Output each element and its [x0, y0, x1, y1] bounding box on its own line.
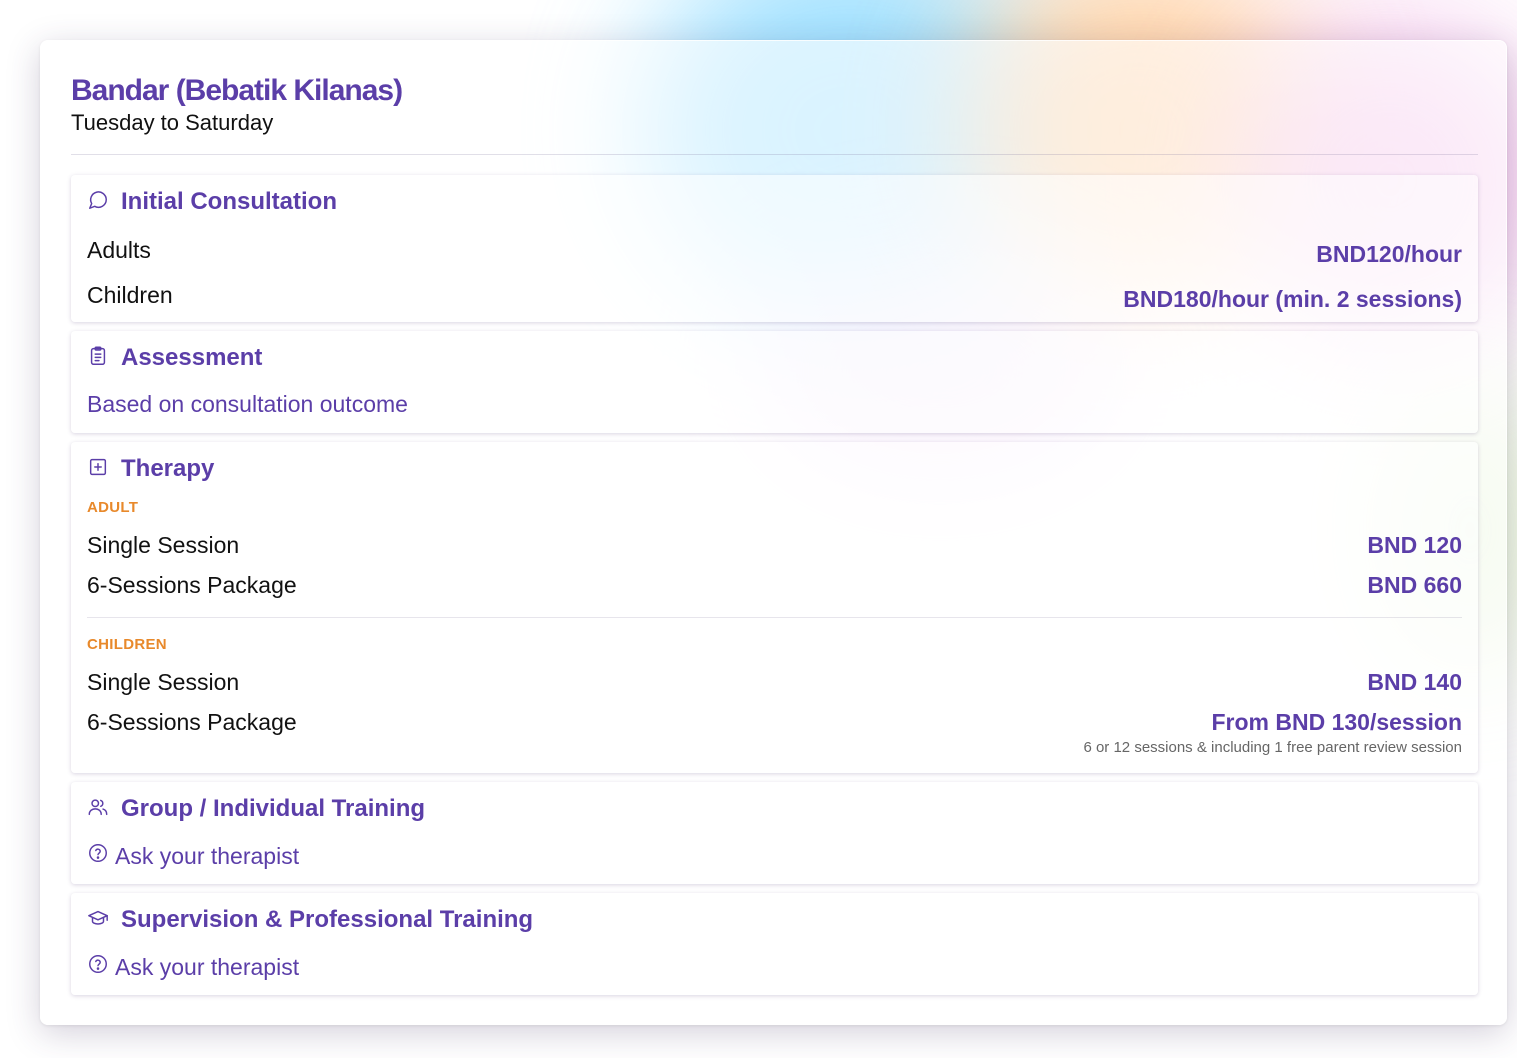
section-title: Group / Individual Training — [121, 795, 426, 822]
row-label: Single Session — [87, 669, 240, 695]
pricing-card: Bandar (Bebatik Kilanas) Tuesday to Satu… — [40, 40, 1507, 1025]
row-value: BND 140 — [1367, 669, 1462, 695]
users-icon — [87, 796, 109, 823]
price-row-children: Children BND180/hour (min. 2 sessions) — [87, 278, 1462, 313]
ask-therapist-text: Ask your therapist — [87, 953, 299, 981]
section-assessment: Assessment Based on consultation outcome — [71, 331, 1478, 433]
graduation-cap-icon — [87, 907, 109, 934]
section-title: Initial Consultation — [121, 188, 337, 215]
row-label: Children — [87, 282, 173, 308]
row-value: From BND 130/session — [1211, 709, 1462, 735]
section-title: Therapy — [121, 455, 215, 482]
row-value: BND120/hour — [1316, 241, 1462, 267]
section-initial-consultation: Initial Consultation Adults BND120/hour … — [71, 175, 1478, 322]
section-header: Initial Consultation — [87, 187, 337, 217]
row-value: BND 660 — [1367, 572, 1462, 598]
ask-therapist-label: Ask your therapist — [115, 842, 300, 869]
plus-square-icon — [87, 456, 109, 483]
section-header: Assessment — [87, 343, 262, 373]
row-value: BND180/hour (min. 2 sessions) — [1123, 286, 1462, 312]
section-title: Assessment — [121, 344, 263, 371]
price-row-adult-single: Single Session BND 120 — [87, 532, 1462, 559]
row-label: 6-Sessions Package — [87, 709, 297, 735]
price-row-adult-package: 6-Sessions Package BND 660 — [87, 572, 1462, 599]
section-header: Therapy — [87, 454, 214, 484]
category-divider — [87, 617, 1462, 618]
category-label-children: CHILDREN — [87, 636, 167, 653]
ask-therapist-label: Ask your therapist — [115, 953, 300, 980]
price-row-adults: Adults BND120/hour — [87, 233, 1462, 268]
location-title: Bandar (Bebatik Kilanas) — [71, 74, 403, 107]
section-therapy: Therapy ADULT Single Session BND 120 6-S… — [71, 442, 1478, 773]
card-header: Bandar (Bebatik Kilanas) Tuesday to Satu… — [71, 73, 1478, 137]
row-value: BND 120 — [1367, 532, 1462, 558]
category-label-adult: ADULT — [87, 499, 139, 516]
section-header: Supervision & Professional Training — [87, 905, 533, 935]
chat-bubble-icon — [87, 189, 109, 216]
row-label: 6-Sessions Package — [87, 572, 297, 598]
question-circle-icon — [87, 953, 109, 981]
clipboard-icon — [87, 345, 109, 372]
header-divider — [71, 154, 1478, 155]
section-header: Group / Individual Training — [87, 794, 425, 824]
question-circle-icon — [87, 842, 109, 870]
ask-therapist-text: Ask your therapist — [87, 842, 299, 870]
price-row-children-single: Single Session BND 140 — [87, 669, 1462, 696]
section-title: Supervision & Professional Training — [121, 906, 534, 933]
row-label: Adults — [87, 237, 151, 263]
section-supervision: Supervision & Professional Training Ask … — [71, 893, 1478, 995]
assessment-text: Based on consultation outcome — [87, 391, 408, 417]
location-days: Tuesday to Saturday — [71, 110, 274, 135]
section-group-training: Group / Individual Training Ask your the… — [71, 782, 1478, 884]
package-note: 6 or 12 sessions & including 1 free pare… — [1083, 739, 1462, 756]
row-label: Single Session — [87, 532, 240, 558]
price-row-children-package: 6-Sessions Package From BND 130/session — [87, 709, 1462, 736]
